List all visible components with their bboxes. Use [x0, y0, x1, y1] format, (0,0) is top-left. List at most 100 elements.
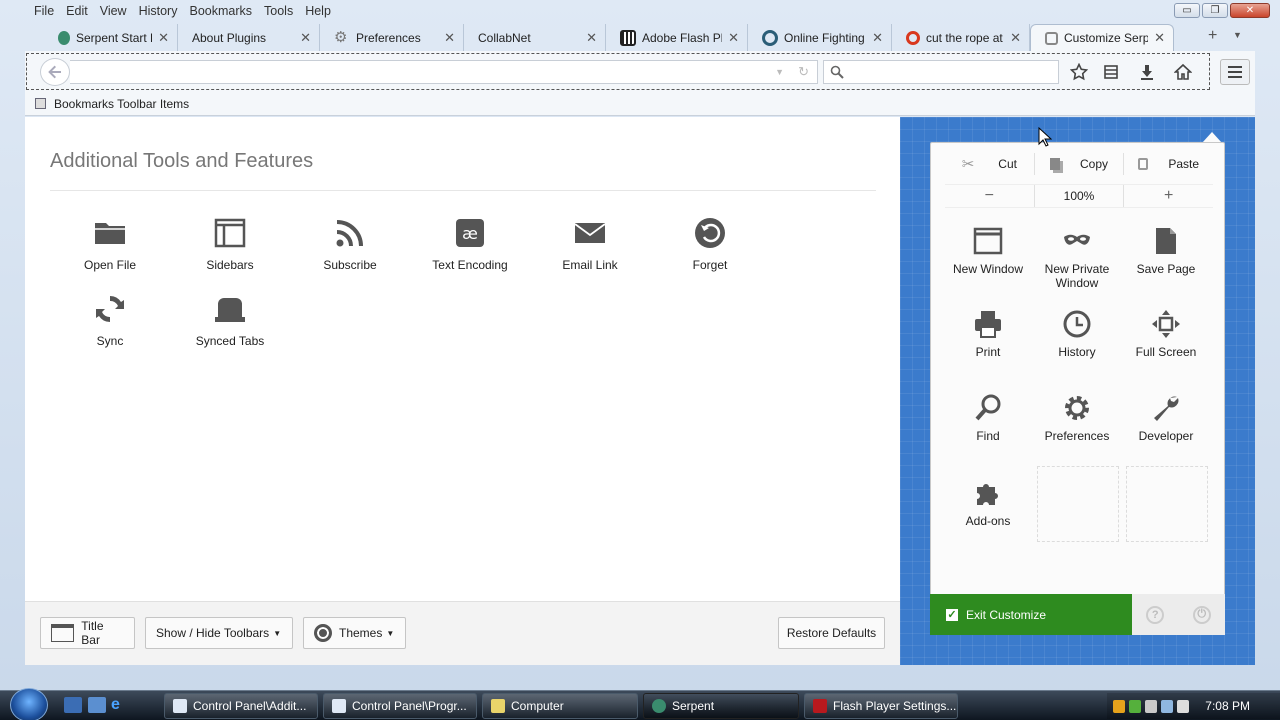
menu-tools[interactable]: Tools [264, 4, 293, 18]
close-window-button[interactable]: ✕ [1230, 3, 1270, 18]
tab-close-icon[interactable]: ✕ [444, 30, 455, 46]
switch-windows-icon[interactable] [88, 697, 106, 713]
reload-icon[interactable]: ↻ [798, 64, 809, 80]
tab-close-icon[interactable]: ✕ [728, 30, 739, 46]
customize-icon [1045, 31, 1058, 45]
security-icon[interactable] [1145, 699, 1157, 713]
taskbar-control-panel-programs[interactable]: Control Panel\Progr... [323, 693, 477, 719]
update-icon[interactable] [1129, 699, 1141, 713]
palette-item-sidebars[interactable]: Sidebars [170, 216, 290, 272]
taskbar-computer[interactable]: Computer [482, 693, 638, 719]
palette-item-sync[interactable]: Sync [50, 292, 170, 348]
cut-button[interactable]: ✂ Cut [945, 153, 1034, 175]
palette-item-subscribe[interactable]: Subscribe [290, 216, 410, 272]
volume-icon[interactable] [1177, 699, 1189, 713]
menu-item-new-window[interactable]: New Window [943, 226, 1033, 276]
copy-button[interactable]: Copy [1033, 153, 1124, 175]
menu-item-preferences[interactable]: Preferences [1032, 393, 1122, 443]
menu-item-full-screen[interactable]: Full Screen [1121, 309, 1211, 359]
maximize-button[interactable]: ❐ [1202, 3, 1228, 18]
synced-tabs-icon [215, 298, 245, 322]
tab-about-plugins[interactable]: About Plugins ✕ [178, 24, 320, 51]
zoom-out-button[interactable]: − [945, 185, 1034, 207]
tab-close-icon[interactable]: ✕ [586, 30, 597, 46]
bookmarks-menu-icon[interactable] [1101, 62, 1121, 82]
restore-defaults-button[interactable]: Restore Defaults [778, 617, 885, 649]
clipboard-icon [1138, 158, 1149, 170]
tab-adobe-flash[interactable]: Adobe Flash Pla ✕ [606, 24, 748, 51]
tab-close-icon[interactable]: ✕ [300, 30, 311, 46]
palette-divider [50, 190, 876, 191]
start-button[interactable] [10, 688, 48, 720]
minimize-button[interactable]: ▭ [1174, 3, 1200, 18]
search-input[interactable] [823, 60, 1059, 84]
internet-explorer-icon[interactable]: e [111, 697, 129, 713]
opera-icon [906, 30, 920, 45]
exit-customize-button[interactable]: ✓ Exit Customize [930, 594, 1132, 635]
tab-list-dropdown-icon[interactable]: ▼ [1233, 30, 1242, 40]
tab-serpent-start[interactable]: Serpent Start Pa✕ [44, 24, 178, 51]
menu-help[interactable]: Help [305, 4, 331, 18]
menu-panel [930, 142, 1225, 635]
print-icon [975, 311, 1001, 338]
show-hide-toolbars-button[interactable]: Show / Hide Toolbars ▼ [145, 617, 293, 649]
taskbar-control-panel-additional[interactable]: Control Panel\Addit... [164, 693, 318, 719]
palette-item-open-file[interactable]: Open File [50, 216, 170, 272]
menu-view[interactable]: View [100, 4, 127, 18]
computer-icon [491, 699, 505, 713]
taskbar-serpent[interactable]: Serpent [643, 693, 799, 719]
network-icon[interactable] [1161, 699, 1173, 713]
menu-item-add-ons[interactable]: Add-ons [943, 478, 1033, 528]
power-icon[interactable]: ⏻ [1192, 605, 1211, 624]
shield-icon[interactable] [1113, 699, 1125, 713]
hamburger-menu-button[interactable] [1220, 59, 1250, 85]
url-bar[interactable]: ▼ ↻ [70, 60, 818, 84]
title-bar-icon [51, 624, 75, 642]
bookmarks-toolbar-items[interactable]: Bookmarks Toolbar Items [54, 97, 189, 111]
sidebar-icon [214, 218, 246, 248]
taskbar-clock[interactable]: 7:08 PM [1205, 699, 1250, 713]
tab-close-icon[interactable]: ✕ [1154, 30, 1165, 46]
menu-history[interactable]: History [139, 4, 178, 18]
menu-item-save-page[interactable]: Save Page [1121, 226, 1211, 276]
menu-item-find[interactable]: Find [943, 393, 1033, 443]
themes-button[interactable]: Themes ▼ [303, 617, 406, 649]
tab-close-icon[interactable]: ✕ [1010, 30, 1021, 46]
help-icon[interactable]: ? [1146, 605, 1165, 624]
taskbar-flash-player-settings[interactable]: Flash Player Settings... [804, 693, 958, 719]
empty-panel-slot [1126, 466, 1208, 542]
show-desktop-icon[interactable] [64, 697, 82, 713]
palette-item-email-link[interactable]: Email Link [530, 216, 650, 272]
menu-item-new-private-window[interactable]: New Private Window [1032, 226, 1122, 290]
svg-text:æ: æ [462, 224, 478, 243]
serpent-icon [58, 30, 70, 45]
scissors-icon: ✂ [961, 156, 975, 173]
bookmark-star-icon[interactable] [1069, 62, 1089, 82]
back-button[interactable] [40, 58, 70, 86]
menu-item-history[interactable]: History [1032, 309, 1122, 359]
zoom-in-button[interactable]: + [1123, 185, 1213, 207]
menu-bookmarks[interactable]: Bookmarks [189, 4, 252, 18]
home-icon[interactable] [1173, 62, 1193, 82]
zoom-reset-button[interactable]: 100% [1033, 185, 1124, 207]
downloads-icon[interactable] [1137, 62, 1157, 82]
tab-cut-the-rope[interactable]: cut the rope at ✕ [892, 24, 1030, 51]
palette-item-forget[interactable]: Forget [650, 216, 770, 272]
menu-item-print[interactable]: Print [943, 309, 1033, 359]
new-tab-button[interactable]: + [1208, 27, 1217, 45]
menu-file[interactable]: File [34, 4, 54, 18]
url-dropdown-icon[interactable]: ▼ [775, 67, 784, 77]
tab-preferences[interactable]: ⚙ Preferences ✕ [320, 24, 464, 51]
menu-edit[interactable]: Edit [66, 4, 88, 18]
menu-item-developer[interactable]: Developer [1121, 393, 1211, 443]
tab-close-icon[interactable]: ✕ [872, 30, 883, 46]
title-bar-toggle[interactable]: Title Bar [40, 617, 135, 649]
palette-item-synced-tabs[interactable]: Synced Tabs [170, 292, 290, 348]
palette-item-text-encoding[interactable]: æ Text Encoding [410, 216, 530, 272]
text-encoding-icon: æ [456, 219, 484, 247]
tab-online-fighting[interactable]: Online Fighting ✕ [748, 24, 892, 51]
paste-button[interactable]: Paste [1123, 153, 1213, 175]
tab-customize[interactable]: Customize Serp ✕ [1030, 24, 1174, 51]
tab-close-icon[interactable]: ✕ [158, 30, 169, 46]
tab-collabnet[interactable]: CollabNet ✕ [464, 24, 606, 51]
